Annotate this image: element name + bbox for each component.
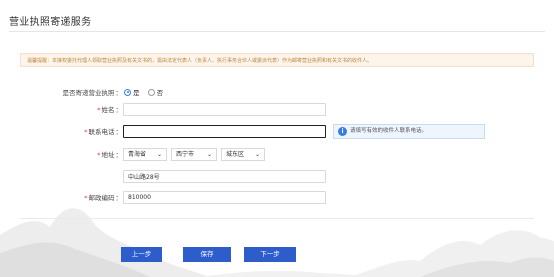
- chevron-down-icon: ⌄: [156, 151, 162, 158]
- prev-step-button[interactable]: 上一步: [121, 247, 162, 262]
- address-row: *地址： 青海省 ⌄ 西宁市 ⌄ 城东区 ⌄: [0, 148, 554, 162]
- chevron-down-icon: ⌄: [206, 151, 212, 158]
- district-select[interactable]: 城东区 ⌄: [221, 148, 265, 161]
- mail-license-label: 是否寄递营业执照：: [62, 89, 123, 97]
- phone-hint-text: 请填写有效的收件人联系电话。: [350, 128, 428, 134]
- district-value: 城东区: [226, 151, 245, 158]
- radio-yes-dot[interactable]: [124, 88, 131, 96]
- name-row: *姓名：: [0, 103, 554, 117]
- phone-input[interactable]: [123, 125, 326, 138]
- radio-yes[interactable]: 是: [124, 88, 140, 97]
- phone-label: *联系电话：: [84, 128, 122, 136]
- radio-no-dot[interactable]: [147, 88, 155, 96]
- province-select[interactable]: 青海省 ⌄: [123, 148, 167, 161]
- chevron-down-icon: ⌄: [254, 151, 260, 158]
- mail-license-radio-group: 是 否: [124, 87, 169, 99]
- phone-hint: i 请填写有效的收件人联系电话。: [333, 124, 485, 139]
- mail-license-row: 是否寄递营业执照： 是 否: [0, 86, 554, 100]
- province-value: 青海省: [128, 151, 147, 158]
- city-select[interactable]: 西宁市 ⌄: [171, 148, 217, 161]
- radio-no[interactable]: 否: [147, 88, 163, 97]
- info-icon: i: [338, 127, 347, 136]
- title-divider: [9, 31, 545, 32]
- next-step-button[interactable]: 下一步: [244, 247, 296, 262]
- address-label: *地址：: [97, 151, 122, 159]
- notice-banner: 温馨提醒：本接权委托代理人领取营业执照及有关文书的，需由法定代表人（负责人、执行…: [20, 53, 534, 67]
- page-title: 营业执照寄递服务: [9, 17, 92, 28]
- name-label: *姓名：: [97, 106, 122, 114]
- name-input[interactable]: [123, 103, 326, 116]
- city-value: 西宁市: [176, 151, 195, 158]
- save-button[interactable]: 保存: [183, 247, 231, 262]
